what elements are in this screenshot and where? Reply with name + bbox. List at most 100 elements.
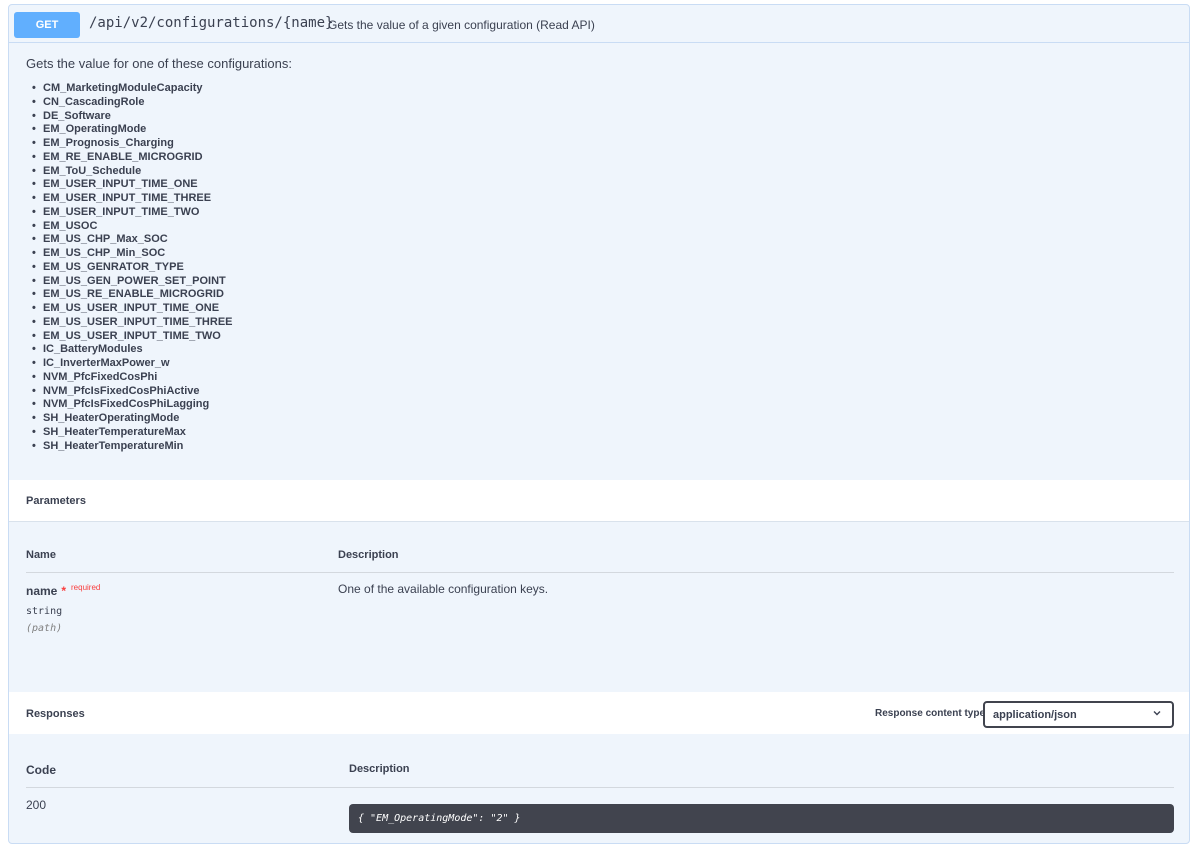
responses-title: Responses — [26, 708, 85, 720]
operation-summary[interactable]: GET /api/v2/configurations/{name} Gets t… — [9, 5, 1189, 43]
configuration-item: • CM_MarketingModuleCapacity — [32, 82, 233, 96]
configuration-name: EM_USOC — [43, 219, 98, 232]
bullet-icon: • — [32, 247, 36, 259]
bullet-icon: • — [32, 315, 36, 328]
configuration-item: • EM_US_USER_INPUT_TIME_THREE — [32, 316, 233, 330]
content-type-label: Response content type — [875, 708, 986, 719]
configuration-name: EM_US_USER_INPUT_TIME_ONE — [43, 302, 220, 314]
bullet-icon: • — [32, 178, 36, 191]
configuration-name: NVM_PfcFixedCosPhi — [43, 370, 158, 383]
configuration-name: EM_RE_ENABLE_MICROGRID — [43, 150, 203, 163]
bullet-icon: • — [32, 439, 36, 452]
bullet-icon: • — [32, 412, 36, 424]
param-header-divider — [26, 572, 1174, 573]
bullet-icon: • — [32, 357, 36, 369]
configuration-name: EM_US_USER_INPUT_TIME_TWO — [43, 329, 221, 342]
bullet-icon: • — [32, 288, 36, 301]
endpoint-path: /api/v2/configurations/{name} — [89, 15, 334, 31]
operation-summary-text: Gets the value of a given configuration … — [328, 18, 595, 32]
configuration-name: EM_Prognosis_Charging — [43, 137, 174, 149]
configuration-name: SH_HeaterTemperatureMin — [43, 439, 184, 452]
configuration-item: • NVM_PfcIsFixedCosPhiLagging — [32, 398, 233, 412]
configuration-item: • EM_ToU_Schedule — [32, 165, 233, 179]
bullet-icon: • — [32, 343, 36, 356]
configuration-item: • NVM_PfcFixedCosPhi — [32, 371, 233, 385]
configuration-name: EM_US_CHP_Max_SOC — [43, 233, 168, 246]
configuration-item: • EM_US_CHP_Max_SOC — [32, 233, 233, 247]
configuration-name: EM_USER_INPUT_TIME_THREE — [43, 192, 212, 204]
param-type: string — [26, 606, 63, 617]
configuration-item: • NVM_PfcIsFixedCosPhiActive — [32, 385, 233, 399]
bullet-icon: • — [32, 164, 36, 177]
configuration-item: • EM_USOC — [32, 220, 233, 234]
required-label: required — [71, 583, 101, 592]
configuration-item: • IC_BatteryModules — [32, 343, 233, 357]
configuration-name: NVM_PfcIsFixedCosPhiLagging — [43, 398, 210, 411]
response-col-description: Description — [349, 763, 410, 775]
bullet-icon: • — [32, 95, 36, 108]
configuration-name: EM_ToU_Schedule — [43, 164, 142, 177]
configuration-item: • EM_Prognosis_Charging — [32, 137, 233, 151]
configuration-item: • SH_HeaterTemperatureMax — [32, 426, 233, 440]
param-col-description: Description — [338, 549, 399, 561]
configuration-item: • EM_US_USER_INPUT_TIME_TWO — [32, 330, 233, 344]
configuration-name: EM_USER_INPUT_TIME_TWO — [43, 205, 200, 218]
configuration-name: EM_US_CHP_Min_SOC — [43, 247, 166, 259]
configuration-name: IC_BatteryModules — [43, 343, 143, 356]
bullet-icon: • — [32, 398, 36, 411]
configuration-item: • EM_RE_ENABLE_MICROGRID — [32, 151, 233, 165]
configuration-item: • EM_US_USER_INPUT_TIME_ONE — [32, 302, 233, 316]
configuration-item: • CN_CascadingRole — [32, 96, 233, 110]
configuration-item: • EM_USER_INPUT_TIME_THREE — [32, 192, 233, 206]
configuration-item: • EM_US_CHP_Min_SOC — [32, 247, 233, 261]
configuration-item: • EM_OperatingMode — [32, 123, 233, 137]
bullet-icon: • — [32, 260, 36, 273]
configuration-name: EM_USER_INPUT_TIME_ONE — [43, 178, 198, 191]
configuration-name: IC_InverterMaxPower_w — [43, 357, 170, 369]
description-intro: Gets the value for one of these configur… — [26, 56, 292, 71]
bullet-icon: • — [32, 302, 36, 314]
parameters-title: Parameters — [26, 495, 86, 507]
configuration-item: • IC_InverterMaxPower_w — [32, 357, 233, 371]
operation-block: GET /api/v2/configurations/{name} Gets t… — [8, 4, 1190, 844]
bullet-icon: • — [32, 233, 36, 246]
configuration-list: • CM_MarketingModuleCapacity • CN_Cascading… — [32, 82, 233, 453]
content-type-value: application/json — [993, 709, 1077, 721]
chevron-down-icon — [1152, 708, 1162, 721]
configuration-name: SH_HeaterTemperatureMax — [43, 425, 186, 438]
param-name: name * — [26, 584, 66, 598]
configuration-item: • EM_US_GEN_POWER_SET_POINT — [32, 275, 233, 289]
configuration-name: EM_OperatingMode — [43, 123, 147, 136]
response-header-divider — [26, 787, 1174, 788]
bullet-icon: • — [32, 384, 36, 397]
content-type-select[interactable]: application/json — [983, 701, 1174, 728]
configuration-name: DE_Software — [43, 109, 111, 122]
configuration-name: EM_US_RE_ENABLE_MICROGRID — [43, 288, 224, 301]
configuration-item: • SH_HeaterTemperatureMin — [32, 440, 233, 454]
bullet-icon: • — [32, 274, 36, 287]
param-description: One of the available configuration keys. — [338, 582, 549, 596]
configuration-name: EM_US_USER_INPUT_TIME_THREE — [43, 315, 233, 328]
required-star: * — [61, 584, 67, 598]
bullet-icon: • — [32, 329, 36, 342]
response-code: 200 — [26, 798, 47, 812]
bullet-icon: • — [32, 370, 36, 383]
configuration-item: • EM_USER_INPUT_TIME_ONE — [32, 178, 233, 192]
param-location: (path) — [26, 623, 63, 634]
configuration-name: CN_CascadingRole — [43, 95, 145, 108]
bullet-icon: • — [32, 123, 36, 136]
configuration-name: EM_US_GENRATOR_TYPE — [43, 260, 184, 273]
parameters-header: Parameters — [9, 480, 1189, 522]
configuration-item: • EM_US_RE_ENABLE_MICROGRID — [32, 288, 233, 302]
response-col-code: Code — [26, 763, 56, 777]
bullet-icon: • — [32, 219, 36, 232]
bullet-icon: • — [32, 205, 36, 218]
configuration-name: CM_MarketingModuleCapacity — [43, 82, 203, 94]
configuration-item: • SH_HeaterOperatingMode — [32, 412, 233, 426]
param-name-text: name — [26, 584, 58, 598]
bullet-icon: • — [32, 137, 36, 149]
bullet-icon: • — [32, 150, 36, 163]
configuration-item: • EM_USER_INPUT_TIME_TWO — [32, 206, 233, 220]
bullet-icon: • — [32, 109, 36, 122]
response-example: { "EM_OperatingMode": "2" } — [349, 804, 1174, 833]
